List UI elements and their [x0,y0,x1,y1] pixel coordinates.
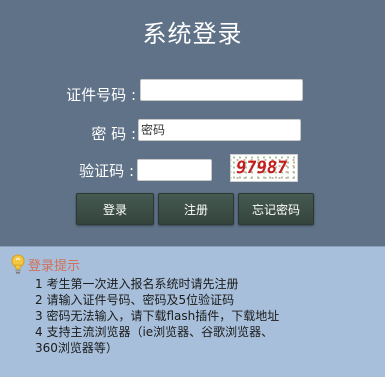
lightbulb-icon [11,254,25,274]
tip-item: 2 请输入证件号码、密码及5位验证码 [35,293,235,307]
tip-item: 3 密码无法输入，请下载flash插件，下载地址 [35,309,280,323]
tips-list: 1 考生第一次进入报名系统时请先注册 2 请输入证件号码、密码及5位验证码 3 … [35,276,380,356]
tip-item: 4 支持主流浏览器（ie浏览器、谷歌浏览器、 [35,325,274,339]
captcha-code: 97987 [234,158,289,178]
id-number-label: 证件号码 : [66,86,136,104]
login-tips-section: 登录提示 1 考生第一次进入报名系统时请先注册 2 请输入证件号码、密码及5位验… [0,246,385,377]
forgot-password-button[interactable]: 忘记密码 [238,193,314,225]
login-panel: 系统登录 证件号码 : 密 码 : 验证码 : 97987 登录 注册 忘记密码 [0,0,385,246]
login-button[interactable]: 登录 [76,193,154,225]
captcha-input[interactable] [137,159,212,181]
password-label: 密 码 : [91,125,136,143]
tips-title: 登录提示 [28,259,81,274]
tip-item: 360浏览器等） [35,341,118,355]
password-input[interactable] [138,119,301,141]
register-button[interactable]: 注册 [158,193,234,225]
page-title: 系统登录 [142,20,243,48]
section-divider [0,246,385,247]
captcha-label: 验证码 : [79,162,134,180]
captcha-image[interactable]: 97987 [230,154,298,182]
tip-item: 1 考生第一次进入报名系统时请先注册 [35,277,239,291]
id-number-input[interactable] [140,79,303,101]
